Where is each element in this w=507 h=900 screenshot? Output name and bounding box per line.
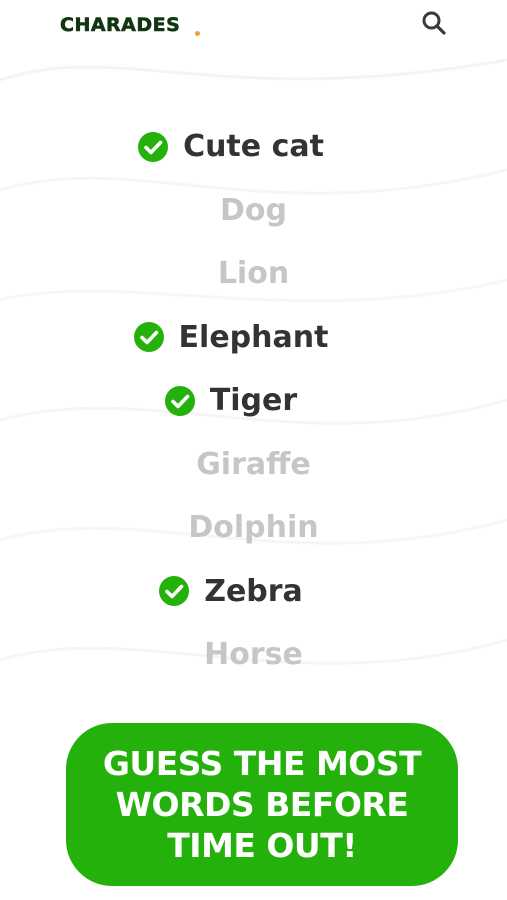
word-item-content: Tiger [164,383,298,419]
word-item-content: Dolphin [188,510,318,545]
word-label: Zebra [204,573,303,609]
word-item: Giraffe [0,433,507,497]
word-item: Elephant [0,306,507,370]
cta-button[interactable]: GUESS THE MOST WORDS BEFORE TIME OUT! [66,723,458,886]
word-label: Dolphin [188,510,319,546]
word-item-content: Dog [220,193,287,228]
app-header: CHARADES [0,0,507,60]
check-circle-icon [164,385,195,416]
word-item: Horse [0,623,507,687]
word-list: Cute cat Dog Lion Elephant Tiger Giraffe Dolph… [0,115,507,687]
word-item-content: Lion [218,256,289,291]
check-circle-icon [159,576,190,607]
word-item-content: Cute cat [138,129,324,165]
app-logo[interactable]: CHARADES [60,14,180,37]
word-item: Dog [0,179,507,243]
check-circle-icon [133,322,164,353]
word-item: Lion [0,242,507,306]
word-label: Elephant [178,319,329,355]
word-item: Cute cat [0,115,507,179]
word-label: Giraffe [196,446,311,482]
word-label: Lion [217,256,290,292]
check-circle-icon [138,131,169,162]
word-label: Dog [220,192,287,228]
cta-label: GUESS THE MOST WORDS BEFORE TIME OUT! [102,744,422,865]
word-label: Horse [204,637,303,673]
word-item: Dolphin [0,496,507,560]
search-button[interactable] [420,9,448,37]
word-item: Zebra [0,560,507,624]
search-icon [422,11,446,35]
word-item-content: Horse [204,637,303,672]
word-item-content: Zebra [159,573,303,609]
word-label: Cute cat [183,129,324,165]
word-label: Tiger [209,383,298,419]
word-item: Tiger [0,369,507,433]
word-item-content: Giraffe [196,447,311,482]
logo-accent-dot [195,31,200,36]
word-item-content: Elephant [133,319,329,355]
